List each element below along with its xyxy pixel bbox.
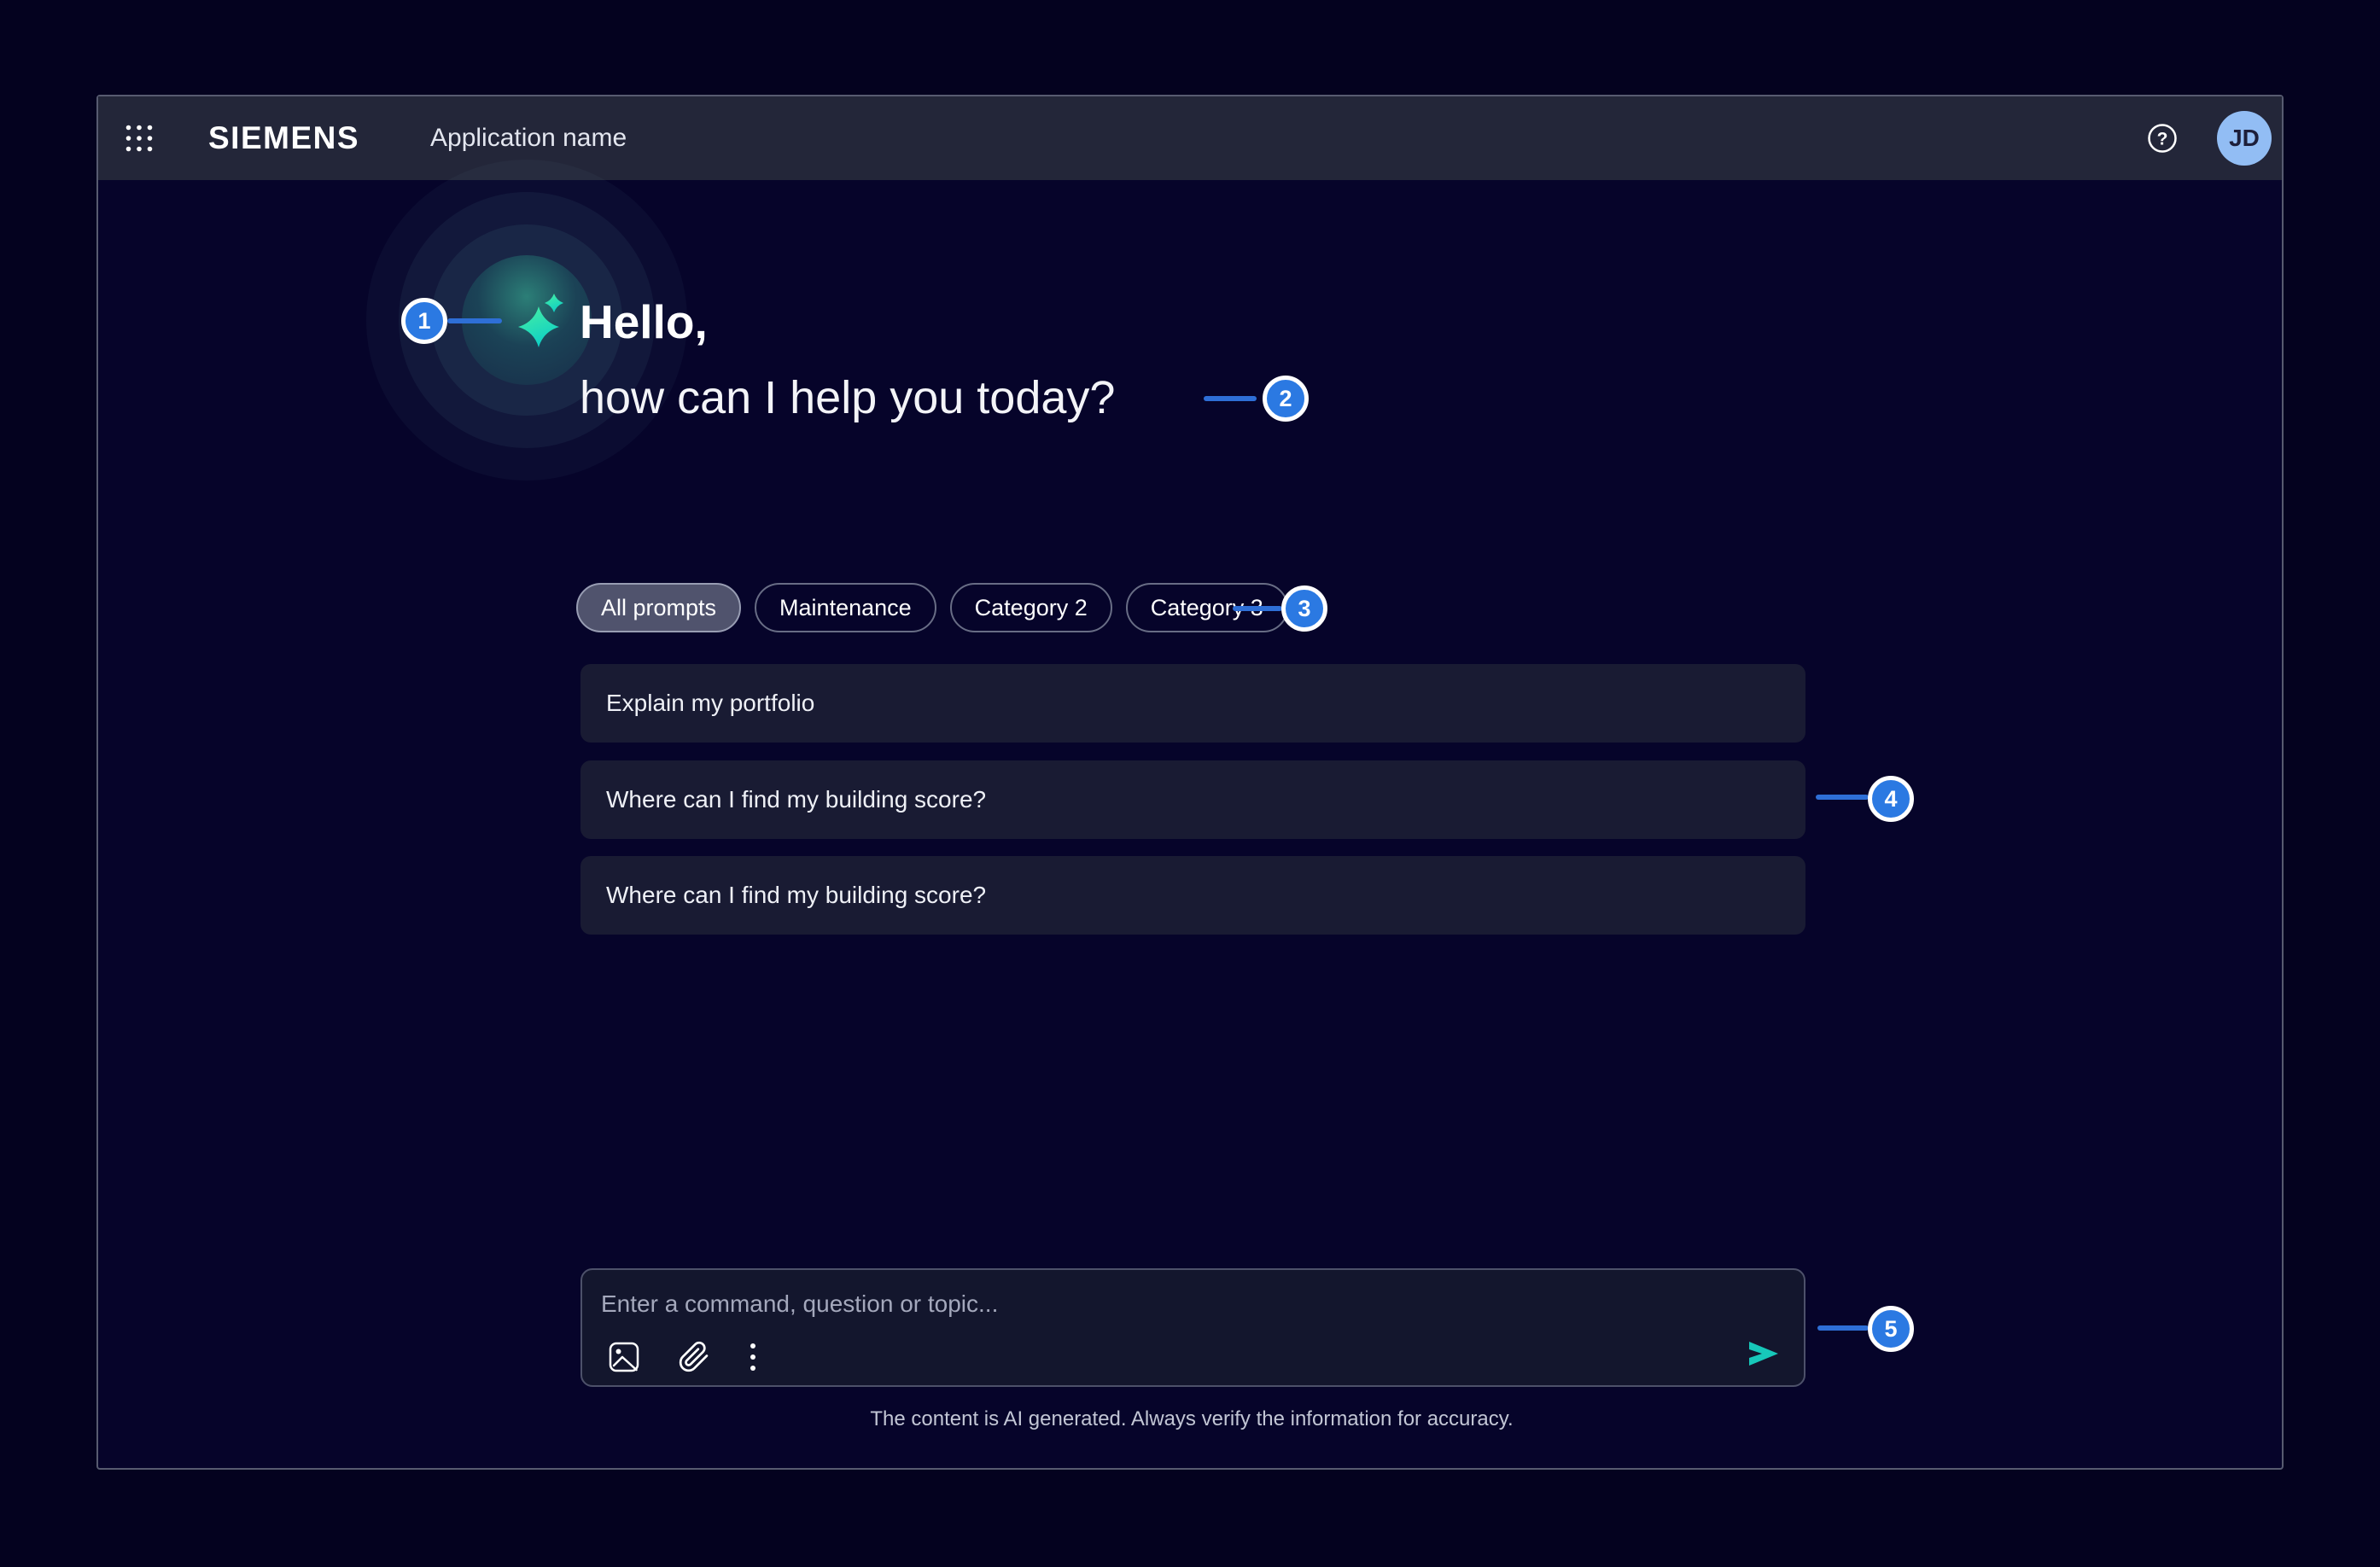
- callout-badge-1: 1: [401, 298, 447, 344]
- callout-line-1: [447, 318, 502, 323]
- greeting-subtitle: how can I help you today?: [580, 370, 1115, 426]
- top-bar: SIEMENS Application name ? JD: [98, 96, 2282, 180]
- composer-input[interactable]: [601, 1285, 1668, 1323]
- callout-badge-2: 2: [1263, 376, 1309, 422]
- callout-badge-3: 3: [1281, 585, 1327, 632]
- prompt-card-text: Where can I find my building score?: [606, 882, 986, 909]
- app-launcher-grid-icon[interactable]: [122, 121, 156, 155]
- chip-maintenance[interactable]: Maintenance: [755, 583, 936, 632]
- callout-line-4: [1816, 795, 1869, 800]
- send-icon[interactable]: [1746, 1336, 1782, 1372]
- siemens-logo: SIEMENS: [208, 96, 359, 180]
- ai-disclaimer: The content is AI generated. Always veri…: [98, 1407, 2285, 1431]
- prompt-card[interactable]: Where can I find my building score?: [580, 856, 1805, 935]
- callout-badge-5: 5: [1868, 1306, 1914, 1352]
- prompt-filter-chips: All prompts Maintenance Category 2 Categ…: [576, 583, 1288, 632]
- composer[interactable]: [580, 1268, 1805, 1387]
- composer-toolbar: [608, 1341, 758, 1373]
- chip-all-prompts[interactable]: All prompts: [576, 583, 741, 632]
- prompt-card[interactable]: Explain my portfolio: [580, 664, 1805, 743]
- chip-category-2[interactable]: Category 2: [950, 583, 1112, 632]
- image-icon[interactable]: [608, 1341, 640, 1373]
- paperclip-icon[interactable]: [678, 1341, 710, 1373]
- svg-text:?: ?: [2157, 130, 2168, 149]
- prompt-card-text: Where can I find my building score?: [606, 786, 986, 813]
- help-question-icon[interactable]: ?: [2145, 121, 2179, 155]
- greeting-title: Hello,: [580, 294, 708, 350]
- callout-line-2: [1204, 396, 1257, 401]
- kebab-menu-icon[interactable]: [748, 1341, 758, 1373]
- ai-sparkle-icon: [513, 291, 573, 351]
- app-window: SIEMENS Application name ? JD Hello, how…: [96, 95, 2284, 1470]
- prompt-card-text: Explain my portfolio: [606, 690, 814, 717]
- avatar[interactable]: JD: [2217, 111, 2272, 166]
- callout-line-5: [1817, 1325, 1869, 1331]
- callout-line-3: [1233, 606, 1282, 611]
- prompt-card[interactable]: Where can I find my building score?: [580, 760, 1805, 839]
- callout-badge-4: 4: [1868, 776, 1914, 822]
